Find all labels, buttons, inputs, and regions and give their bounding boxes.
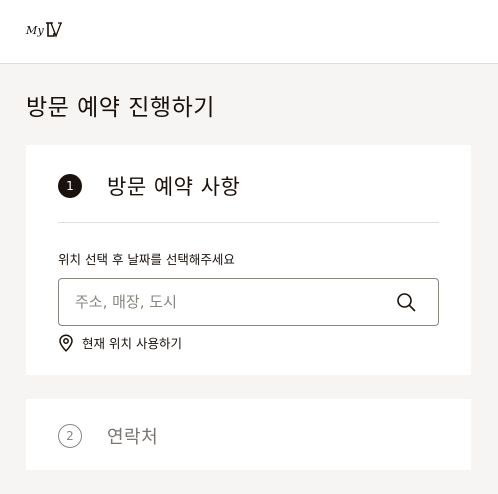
use-current-location-label: 현재 위치 사용하기 <box>82 336 182 351</box>
step-number-badge: 1 <box>58 174 82 198</box>
use-current-location-link[interactable]: 현재 위치 사용하기 <box>58 333 182 352</box>
location-search-input[interactable] <box>59 279 389 325</box>
logo-text: My <box>26 24 44 37</box>
lv-monogram-icon <box>45 22 62 38</box>
step-title: 연락처 <box>107 427 159 448</box>
top-bar: My <box>0 0 498 64</box>
search-icon[interactable] <box>396 292 416 312</box>
step-card-visit-details: 1 방문 예약 사항 위치 선택 후 날짜를 선택해주세요 현재 위치 사용하기 <box>26 145 471 375</box>
step-header: 1 방문 예약 사항 <box>58 171 240 201</box>
location-search-box <box>58 278 439 326</box>
step-card-contact: 2 연락처 <box>26 399 471 470</box>
location-pin-icon <box>59 333 73 352</box>
divider <box>58 222 439 223</box>
page-title: 방문 예약 진행하기 <box>26 95 215 121</box>
location-field-label: 위치 선택 후 날짜를 선택해주세요 <box>58 252 235 267</box>
step-title: 방문 예약 사항 <box>107 175 241 199</box>
step-number-badge: 2 <box>58 424 82 448</box>
step-header: 2 연락처 <box>58 423 158 449</box>
my-lv-logo[interactable]: My <box>26 22 62 38</box>
